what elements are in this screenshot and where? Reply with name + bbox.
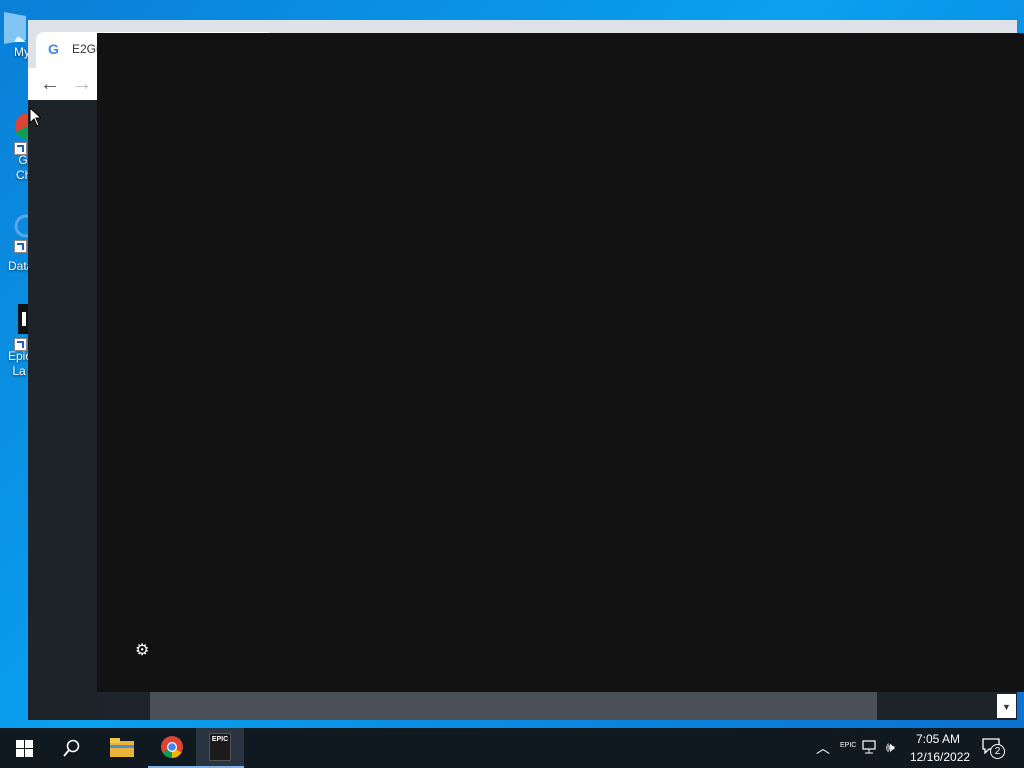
desktop-icon-my-computer[interactable]: My C — [0, 10, 42, 60]
back-arrow-icon[interactable]: ← — [38, 72, 62, 96]
settings-gear-icon[interactable]: ⚙ — [135, 643, 151, 659]
forward-arrow-icon[interactable]: → — [70, 72, 94, 96]
windows-logo-icon — [15, 739, 33, 757]
network-icon[interactable] — [862, 740, 878, 754]
google-g-icon: G — [48, 41, 59, 57]
chrome-icon — [161, 736, 183, 758]
desktop-icon-label-line2: La — [12, 364, 26, 378]
search-button[interactable] — [48, 728, 96, 768]
database-icon — [14, 214, 38, 238]
dark-overlay-panel: ⚙ — [97, 33, 1024, 692]
volume-icon[interactable]: 🕪 — [886, 739, 895, 756]
desktop-icon-epic-launcher[interactable]: Epic La — [0, 304, 32, 379]
folder-icon — [110, 738, 134, 757]
desktop-icon-label: Epic — [8, 349, 32, 363]
search-icon — [63, 739, 80, 757]
clock-time[interactable]: 7:05 AM — [916, 732, 960, 746]
desktop-icon-data[interactable]: Data — [0, 212, 38, 274]
show-hidden-icons-chevron-icon[interactable]: ︿ — [816, 738, 830, 758]
epic-games-icon — [18, 304, 30, 334]
epic-label: EPIC — [211, 736, 229, 743]
desktop-icon-label: Data — [8, 259, 34, 273]
shortcut-arrow-icon — [14, 240, 27, 253]
action-center-button[interactable]: 2 — [982, 738, 1005, 759]
shortcut-arrow-icon — [14, 338, 27, 351]
taskbar: EPIC ︿ EPIC 🕪 7:05 AM 12/16/2022 2 — [0, 728, 1024, 768]
file-explorer-button[interactable] — [98, 728, 146, 768]
shortcut-arrow-icon — [14, 142, 27, 155]
desktop-icon-label: G — [18, 153, 28, 167]
chrome-icon — [15, 113, 41, 140]
mouse-cursor-icon — [29, 107, 41, 127]
page-left-panel — [28, 100, 98, 720]
desktop-icon-label-line2: Ch — [16, 168, 32, 182]
epic-games-icon: EPIC — [209, 733, 231, 761]
scroll-down-arrow-icon[interactable]: ▼ — [997, 694, 1016, 718]
clock-date[interactable]: 12/16/2022 — [910, 750, 970, 764]
chrome-taskbar-button[interactable] — [148, 728, 196, 768]
desktop-icon-chrome[interactable]: G Ch — [0, 110, 41, 183]
desktop-icon-label: My C — [14, 45, 42, 59]
epic-tray-icon[interactable]: EPIC — [840, 742, 856, 749]
my-computer-icon — [4, 12, 26, 44]
epic-games-taskbar-button[interactable]: EPIC — [196, 728, 244, 768]
horizontal-scrollbar[interactable] — [150, 692, 1017, 720]
start-button[interactable] — [0, 728, 48, 768]
scrollbar-thumb[interactable] — [150, 692, 877, 720]
notification-count-badge: 2 — [990, 744, 1005, 759]
browser-toolbar: ← → — [28, 68, 98, 100]
